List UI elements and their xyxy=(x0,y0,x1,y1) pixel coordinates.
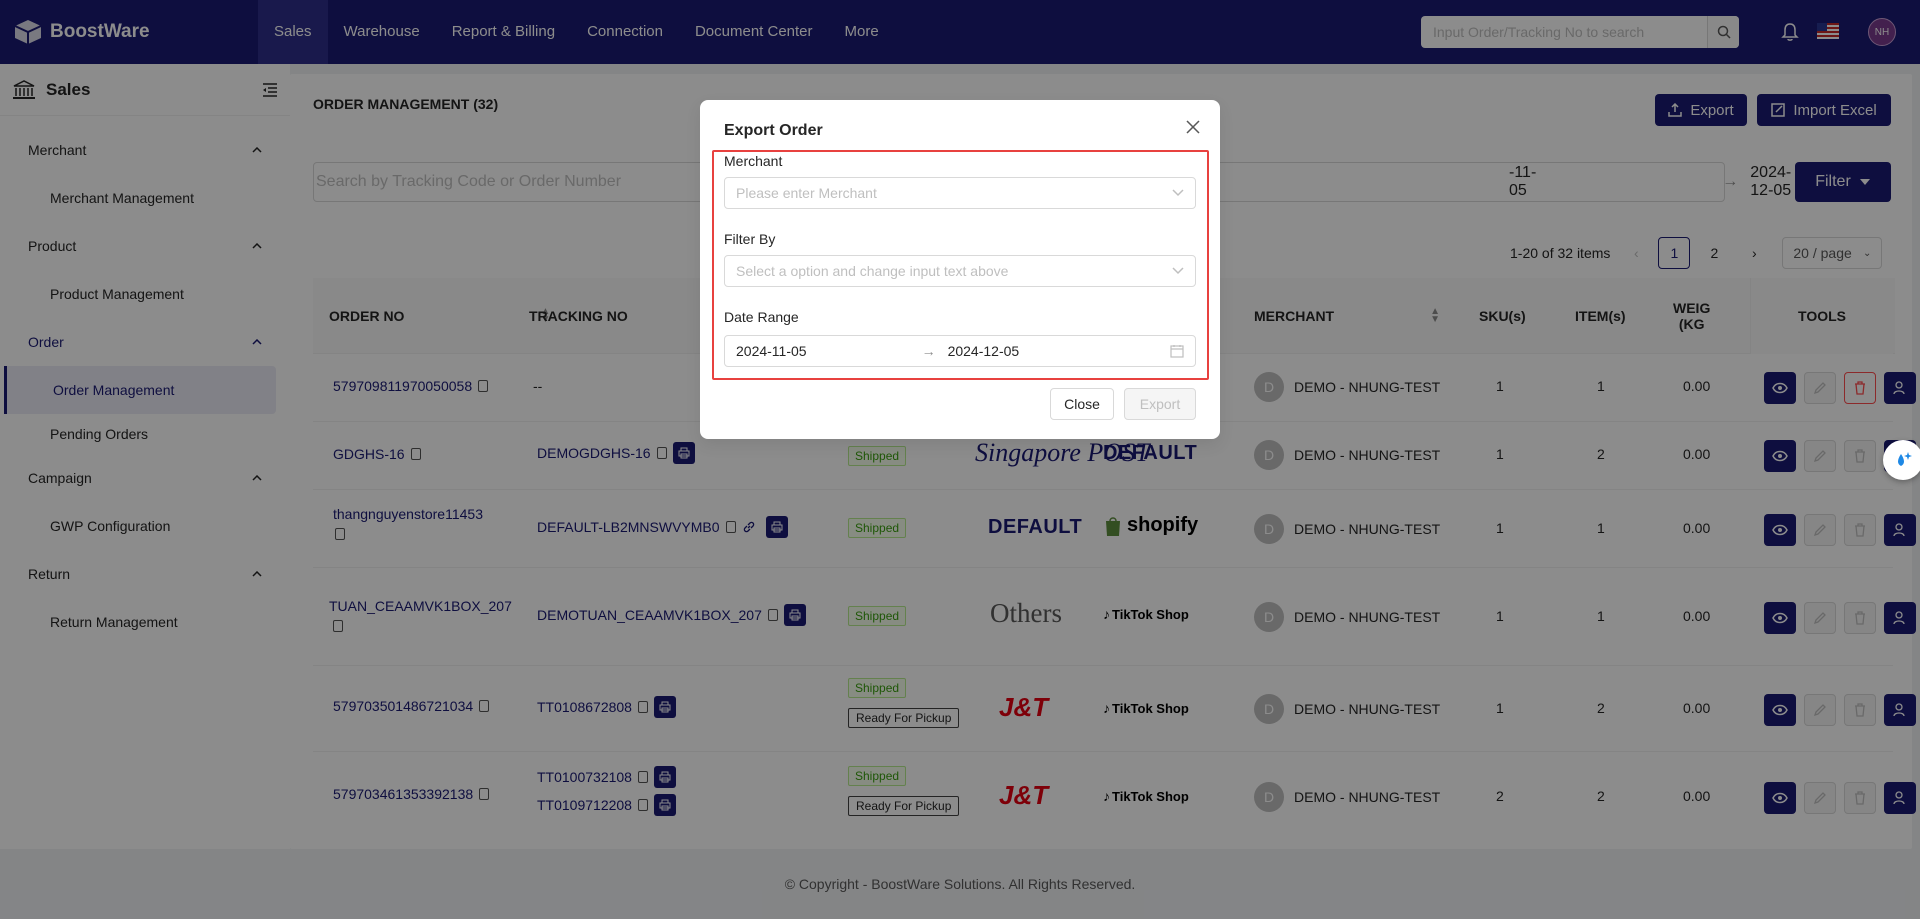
modal-title: Export Order xyxy=(724,122,823,139)
close-button[interactable]: Close xyxy=(1050,388,1114,420)
sparkle-drop-icon xyxy=(1898,452,1912,466)
date-start[interactable]: 2024-11-05 xyxy=(736,343,807,359)
date-end[interactable]: 2024-12-05 xyxy=(948,343,1020,359)
merchant-select[interactable]: Please enter Merchant xyxy=(724,177,1196,209)
calendar-icon xyxy=(1170,345,1184,358)
close-icon[interactable] xyxy=(1184,118,1202,136)
filter-by-select[interactable]: Select a option and change input text ab… xyxy=(724,255,1196,287)
date-range-picker[interactable]: 2024-11-05 → 2024-12-05 xyxy=(724,335,1196,367)
export-order-modal: Export Order Merchant Please enter Merch… xyxy=(700,100,1220,439)
floating-assistant-button[interactable] xyxy=(1883,440,1920,480)
merchant-label: Merchant xyxy=(724,153,783,169)
chevron-down-icon xyxy=(1172,267,1184,275)
filter-by-label: Filter By xyxy=(724,231,776,247)
chevron-down-icon xyxy=(1172,189,1184,197)
date-range-label: Date Range xyxy=(724,309,799,325)
modal-export-button[interactable]: Export xyxy=(1124,388,1196,420)
